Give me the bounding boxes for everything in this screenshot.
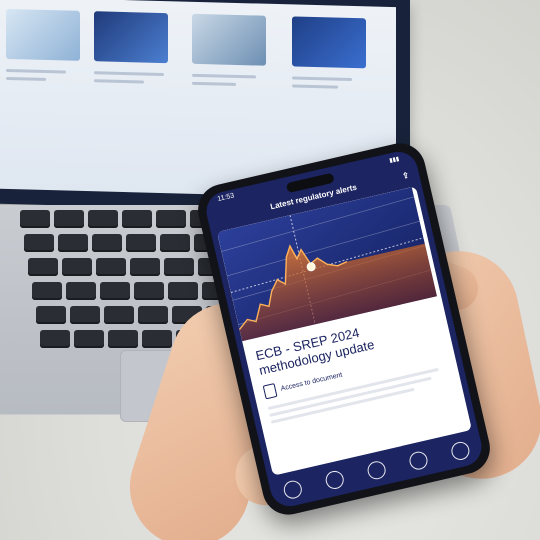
keyboard-key xyxy=(156,210,186,228)
keyboard-key xyxy=(62,258,92,276)
keyboard-key xyxy=(58,234,88,252)
keyboard-key xyxy=(168,282,198,300)
keyboard-key xyxy=(142,330,172,348)
laptop-thumbnail xyxy=(292,16,366,69)
keyboard-key xyxy=(40,330,70,348)
keyboard-key xyxy=(20,210,50,228)
document-icon[interactable] xyxy=(323,469,346,491)
keyboard-key xyxy=(32,282,62,300)
access-label: Access to document xyxy=(280,371,344,393)
edit-icon[interactable] xyxy=(407,449,430,472)
photo-scene: 11:53 ▮▮▮ Latest regulatory alerts ⇪ ECB… xyxy=(0,0,540,540)
signal-icon: ▮▮▮ xyxy=(388,156,400,165)
share-icon[interactable]: ⇪ xyxy=(400,166,411,187)
document-icon xyxy=(262,383,278,400)
status-time: 11:53 xyxy=(216,192,236,204)
keyboard-key xyxy=(138,306,168,324)
keyboard-key xyxy=(88,210,118,228)
upload-icon[interactable] xyxy=(365,459,388,482)
keyboard-key xyxy=(54,210,84,228)
laptop-thumbnail xyxy=(6,8,80,61)
keyboard-key xyxy=(24,234,54,252)
menu-icon[interactable] xyxy=(449,440,472,462)
keyboard-key xyxy=(134,282,164,300)
laptop-thumbnail xyxy=(192,13,266,66)
keyboard-key xyxy=(104,306,134,324)
keyboard-key xyxy=(130,258,160,276)
keyboard-key xyxy=(74,330,104,348)
keyboard-key xyxy=(164,258,194,276)
keyboard-key xyxy=(108,330,138,348)
laptop-thumbnail xyxy=(94,11,168,64)
keyboard-key xyxy=(100,282,130,300)
keyboard-key xyxy=(126,234,156,252)
keyboard-key xyxy=(160,234,190,252)
list-icon[interactable] xyxy=(281,478,304,501)
keyboard-key xyxy=(122,210,152,228)
keyboard-key xyxy=(36,306,66,324)
keyboard-key xyxy=(66,282,96,300)
keyboard-key xyxy=(70,306,100,324)
keyboard-key xyxy=(28,258,58,276)
keyboard-key xyxy=(92,234,122,252)
keyboard-key xyxy=(96,258,126,276)
